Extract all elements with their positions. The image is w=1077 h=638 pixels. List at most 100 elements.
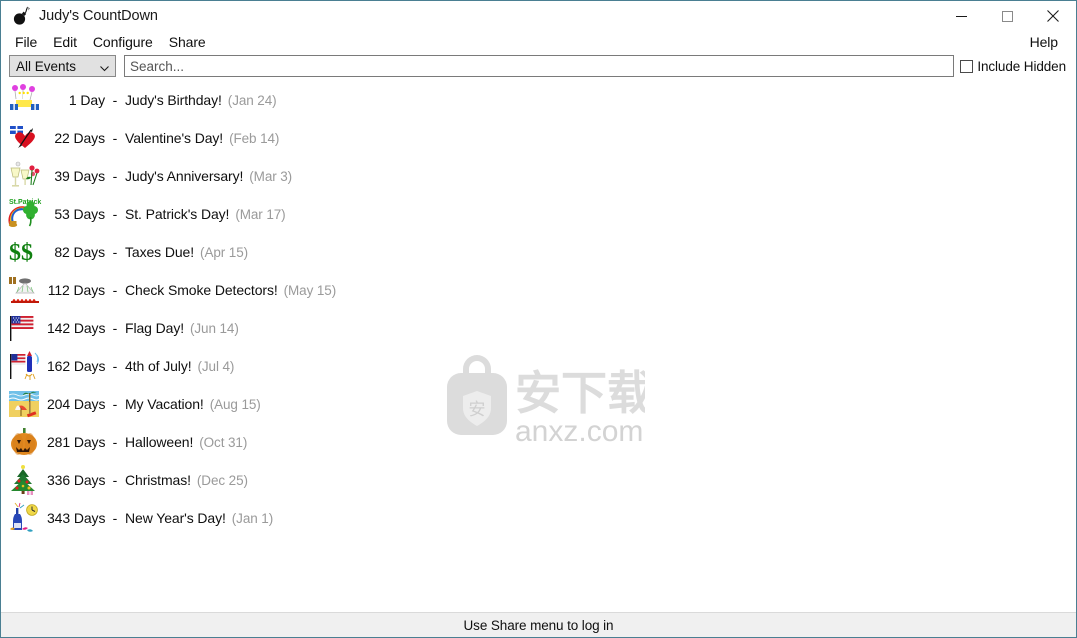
list-item[interactable]: 162 Days - 4th of July! (Jul 4) [1,347,1076,385]
event-dash: - [112,472,118,488]
list-item-text: 343 Days - New Year's Day! (Jan 1) [47,510,273,526]
event-dash: - [112,244,118,260]
svg-text:St.Patrick: St.Patrick [9,199,41,206]
event-name: Valentine's Day! [125,130,224,146]
event-days: 22 Days [54,130,105,146]
event-date: (Dec 25) [196,473,248,488]
new-year-bottle-icon [7,502,43,534]
menu-item-share[interactable]: Share [161,32,214,52]
event-list: 1 Day - Judy's Birthday! (Jan 24) 22 Day… [1,79,1076,537]
search-field[interactable] [124,55,955,77]
event-date: (Feb 14) [229,131,280,146]
list-item-text: 39 Days - Judy's Anniversary! (Mar 3) [47,168,292,184]
app-window: Judy's CountDown File Edit Configure Sha… [0,0,1077,638]
chevron-down-icon [100,61,109,72]
search-input[interactable] [125,56,954,76]
event-name: New Year's Day! [125,510,226,526]
event-date: (May 15) [283,283,337,298]
event-name: Judy's Birthday! [125,92,222,108]
event-name: Flag Day! [125,320,185,336]
event-name: Christmas! [125,472,191,488]
event-days: 204 Days [47,396,106,412]
beach-icon [7,388,43,420]
event-dash: - [112,434,118,450]
event-dash: - [112,510,118,526]
list-item[interactable]: 343 Days - New Year's Day! (Jan 1) [1,499,1076,537]
event-name: Check Smoke Detectors! [125,282,278,298]
event-name: My Vacation! [125,396,204,412]
menu-item-file[interactable]: File [7,32,45,52]
list-item[interactable]: 39 Days - Judy's Anniversary! (Mar 3) [1,157,1076,195]
maximize-button[interactable] [984,1,1030,31]
svg-text:$: $ [9,240,21,266]
flag-fireworks-icon [7,350,43,382]
event-days: 281 Days [47,434,106,450]
us-flag-icon [7,312,43,344]
menu-bar-right: Help [1022,32,1066,52]
window-title: Judy's CountDown [39,8,158,24]
event-days: 336 Days [47,472,106,488]
event-name: Taxes Due! [125,244,195,260]
list-item[interactable]: 112 Days - Check Smoke Detectors! (May 1… [1,271,1076,309]
event-days: 112 Days [47,282,105,298]
close-button[interactable] [1030,1,1076,31]
svg-text:$: $ [21,240,33,266]
include-hidden-label: Include Hidden [977,58,1066,74]
event-dash: - [112,206,118,222]
dollar-signs-icon: $ $ [7,236,43,268]
smoke-detector-icon [7,274,43,306]
champagne-roses-icon [7,160,43,192]
event-days: 53 Days [54,206,105,222]
event-date: (Oct 31) [199,435,248,450]
event-days: 343 Days [47,510,106,526]
list-item-text: 82 Days - Taxes Due! (Apr 15) [47,244,248,260]
menu-bar-left: File Edit Configure Share [7,32,214,52]
event-filter-dropdown[interactable]: All Events [9,55,116,77]
event-date: (Jul 4) [197,359,235,374]
event-days: 39 Days [54,168,105,184]
list-item[interactable]: 1 Day - Judy's Birthday! (Jan 24) [1,81,1076,119]
bomb-icon [10,5,32,27]
menu-item-help[interactable]: Help [1022,32,1066,52]
event-dash: - [112,168,118,184]
event-days: 142 Days [47,320,106,336]
birthday-cake-icon [7,84,43,116]
status-bar: Use Share menu to log in [1,612,1076,637]
list-item[interactable]: $ $ 82 Days - Taxes Due! (Apr 15) [1,233,1076,271]
list-item-text: 112 Days - Check Smoke Detectors! (May 1… [47,282,337,298]
minimize-icon [955,15,967,17]
event-date: (Mar 3) [249,169,293,184]
list-item-text: 162 Days - 4th of July! (Jul 4) [47,358,234,374]
list-item-text: 22 Days - Valentine's Day! (Feb 14) [47,130,279,146]
menu-item-edit[interactable]: Edit [45,32,85,52]
event-dash: - [112,320,118,336]
event-dash: - [112,282,118,298]
close-icon [1047,10,1059,22]
list-item[interactable]: 142 Days - Flag Day! (Jun 14) [1,309,1076,347]
toolbar: All Events Include Hidden [1,53,1076,79]
list-item-text: 281 Days - Halloween! (Oct 31) [47,434,247,450]
event-date: (Jun 14) [190,321,239,336]
list-item-text: 1 Day - Judy's Birthday! (Jan 24) [47,92,277,108]
event-dash: - [112,92,118,108]
title-bar: Judy's CountDown [1,1,1076,31]
list-item[interactable]: 336 Days - Christmas! (Dec 25) [1,461,1076,499]
list-item[interactable]: 204 Days - My Vacation! (Aug 15) [1,385,1076,423]
event-name: Judy's Anniversary! [125,168,244,184]
minimize-button[interactable] [938,1,984,31]
list-item[interactable]: St.Patrick 53 Days - St. Patrick's Day! … [1,195,1076,233]
menu-item-configure[interactable]: Configure [85,32,161,52]
status-message: Use Share menu to log in [463,617,614,633]
menu-bar: File Edit Configure Share Help [1,31,1076,53]
include-hidden-toggle[interactable]: Include Hidden [960,59,1066,74]
event-days: 162 Days [47,358,106,374]
event-name: 4th of July! [125,358,192,374]
event-list-area: 安 安下载 anxz.com 1 Day - Judy's Birthday! … [1,79,1076,612]
event-name: Halloween! [125,434,194,450]
event-dash: - [112,396,118,412]
event-date: (Apr 15) [200,245,249,260]
event-dash: - [112,130,118,146]
list-item[interactable]: 22 Days - Valentine's Day! (Feb 14) [1,119,1076,157]
include-hidden-checkbox[interactable] [960,59,974,73]
list-item[interactable]: 281 Days - Halloween! (Oct 31) [1,423,1076,461]
